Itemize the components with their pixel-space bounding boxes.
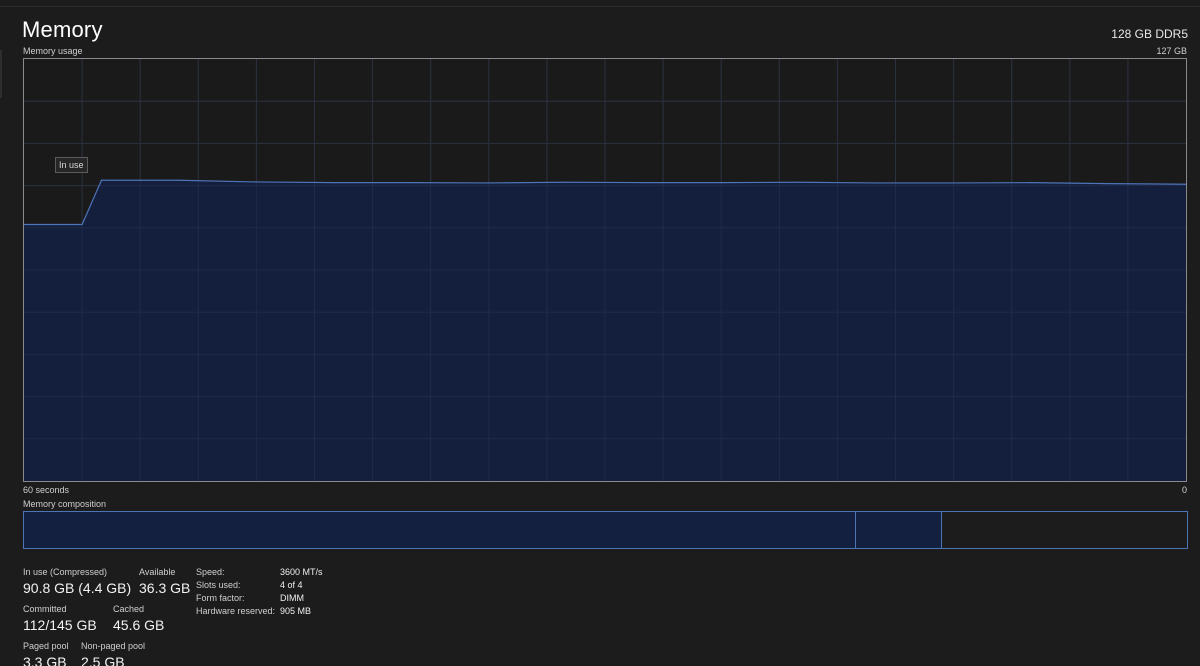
committed-label: Committed xyxy=(23,604,67,614)
memory-usage-label: Memory usage xyxy=(23,46,83,56)
hardware-reserved-value: 905 MB xyxy=(280,606,312,616)
memory-composition-label: Memory composition xyxy=(23,499,107,509)
in-use-point xyxy=(488,182,490,184)
in-use-point xyxy=(643,182,645,184)
in-use-point xyxy=(720,182,722,184)
in-use-point xyxy=(875,182,877,184)
time-zero-label: 0 xyxy=(1181,485,1187,495)
composition-free-segment xyxy=(942,512,1187,548)
cached-label: Cached xyxy=(113,604,145,614)
form-factor-label: Form factor: xyxy=(196,593,245,603)
paged-pool-value: 3.3 GB xyxy=(23,654,67,666)
in-use-point xyxy=(953,182,955,184)
cached-value: 45.6 GB xyxy=(113,617,165,633)
usage-chart-svg xyxy=(24,59,1186,481)
composition-cached-segment xyxy=(856,512,942,548)
speed-value: 3600 MT/s xyxy=(280,567,323,577)
in-use-point xyxy=(1107,183,1110,185)
in-use-point xyxy=(178,179,180,181)
graph-max-label: 127 GB xyxy=(1156,46,1187,56)
available-label: Available xyxy=(139,567,176,577)
non-paged-pool-label: Non-paged pool xyxy=(81,641,146,651)
memory-performance-panel: Memory 128 GB DDR5 Memory usage 127 GB I… xyxy=(0,0,1200,666)
slots-used-value: 4 of 4 xyxy=(280,580,303,590)
window-edge xyxy=(0,50,2,98)
time-span-label: 60 seconds xyxy=(23,485,70,495)
in-use-point xyxy=(1030,182,1032,184)
in-use-point xyxy=(565,181,567,183)
speed-label: Speed: xyxy=(196,567,225,577)
in-use-point xyxy=(100,179,103,181)
hardware-reserved-label: Hardware reserved: xyxy=(196,606,276,616)
non-paged-pool-value: 2.5 GB xyxy=(81,654,125,666)
in-use-tooltip: In use xyxy=(55,157,88,173)
composition-in-use-segment xyxy=(24,512,856,548)
in-use-point xyxy=(81,223,83,226)
top-divider xyxy=(0,6,1200,7)
paged-pool-label: Paged pool xyxy=(23,641,69,651)
memory-spec: 128 GB DDR5 xyxy=(1111,27,1188,41)
slots-used-label: Slots used: xyxy=(196,580,241,590)
committed-value: 112/145 GB xyxy=(23,617,97,633)
in-use-point xyxy=(798,181,800,183)
in-use-point xyxy=(410,182,412,184)
in-use-point xyxy=(255,181,257,183)
memory-usage-graph xyxy=(23,58,1187,482)
memory-composition-bar xyxy=(23,511,1188,549)
page-title: Memory xyxy=(22,17,103,42)
available-value: 36.3 GB xyxy=(139,580,191,596)
in-use-label: In use (Compressed) xyxy=(23,567,108,577)
in-use-point xyxy=(333,182,335,184)
in-use-value: 90.8 GB (4.4 GB) xyxy=(23,580,132,596)
form-factor-value: DIMM xyxy=(280,593,304,603)
